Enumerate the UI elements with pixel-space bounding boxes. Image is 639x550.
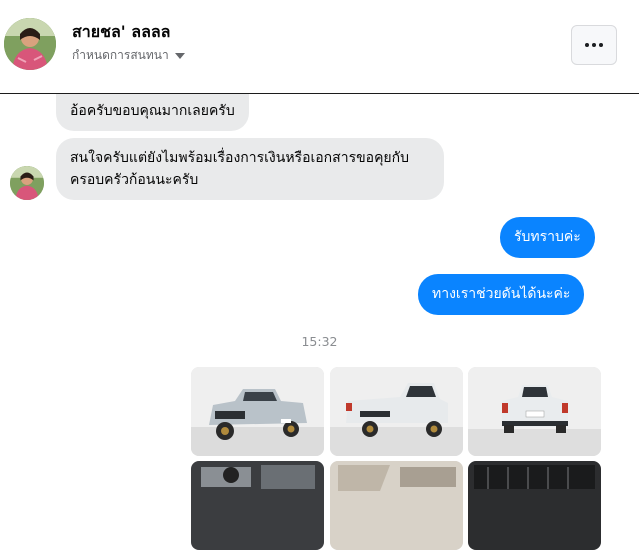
- conversation-settings-dropdown[interactable]: กำหนดการสนทนา: [72, 46, 185, 65]
- contact-name[interactable]: สายชล' ลลลล: [72, 20, 170, 45]
- photo-attachment[interactable]: [191, 461, 324, 550]
- conversation-header: สายชล' ลลลล กำหนดการสนทนา: [0, 0, 639, 94]
- outgoing-message[interactable]: รับทราบค่ะ: [500, 217, 595, 258]
- more-horizontal-icon: [585, 43, 603, 47]
- caret-down-icon: [174, 53, 185, 59]
- more-options-button[interactable]: [571, 25, 617, 65]
- incoming-message[interactable]: สนใจครับแต่ยังไมพร้อมเรื่องการเงินหรือเอ…: [56, 138, 444, 200]
- contact-avatar[interactable]: [4, 18, 56, 70]
- incoming-message[interactable]: อ้อครับขอบคุณมากเลยครับ: [56, 94, 249, 131]
- message-timestamp: 15:32: [301, 334, 338, 349]
- outgoing-message[interactable]: ทางเราช่วยดันได้นะค่ะ: [418, 274, 585, 315]
- conversation-settings-label: กำหนดการสนทนา: [72, 48, 169, 62]
- photo-attachment[interactable]: [191, 367, 324, 456]
- photo-attachment[interactable]: [330, 461, 463, 550]
- photo-attachment[interactable]: [468, 367, 601, 456]
- sender-avatar[interactable]: [10, 166, 44, 200]
- photo-attachment[interactable]: [330, 367, 463, 456]
- photo-attachment[interactable]: [468, 461, 601, 550]
